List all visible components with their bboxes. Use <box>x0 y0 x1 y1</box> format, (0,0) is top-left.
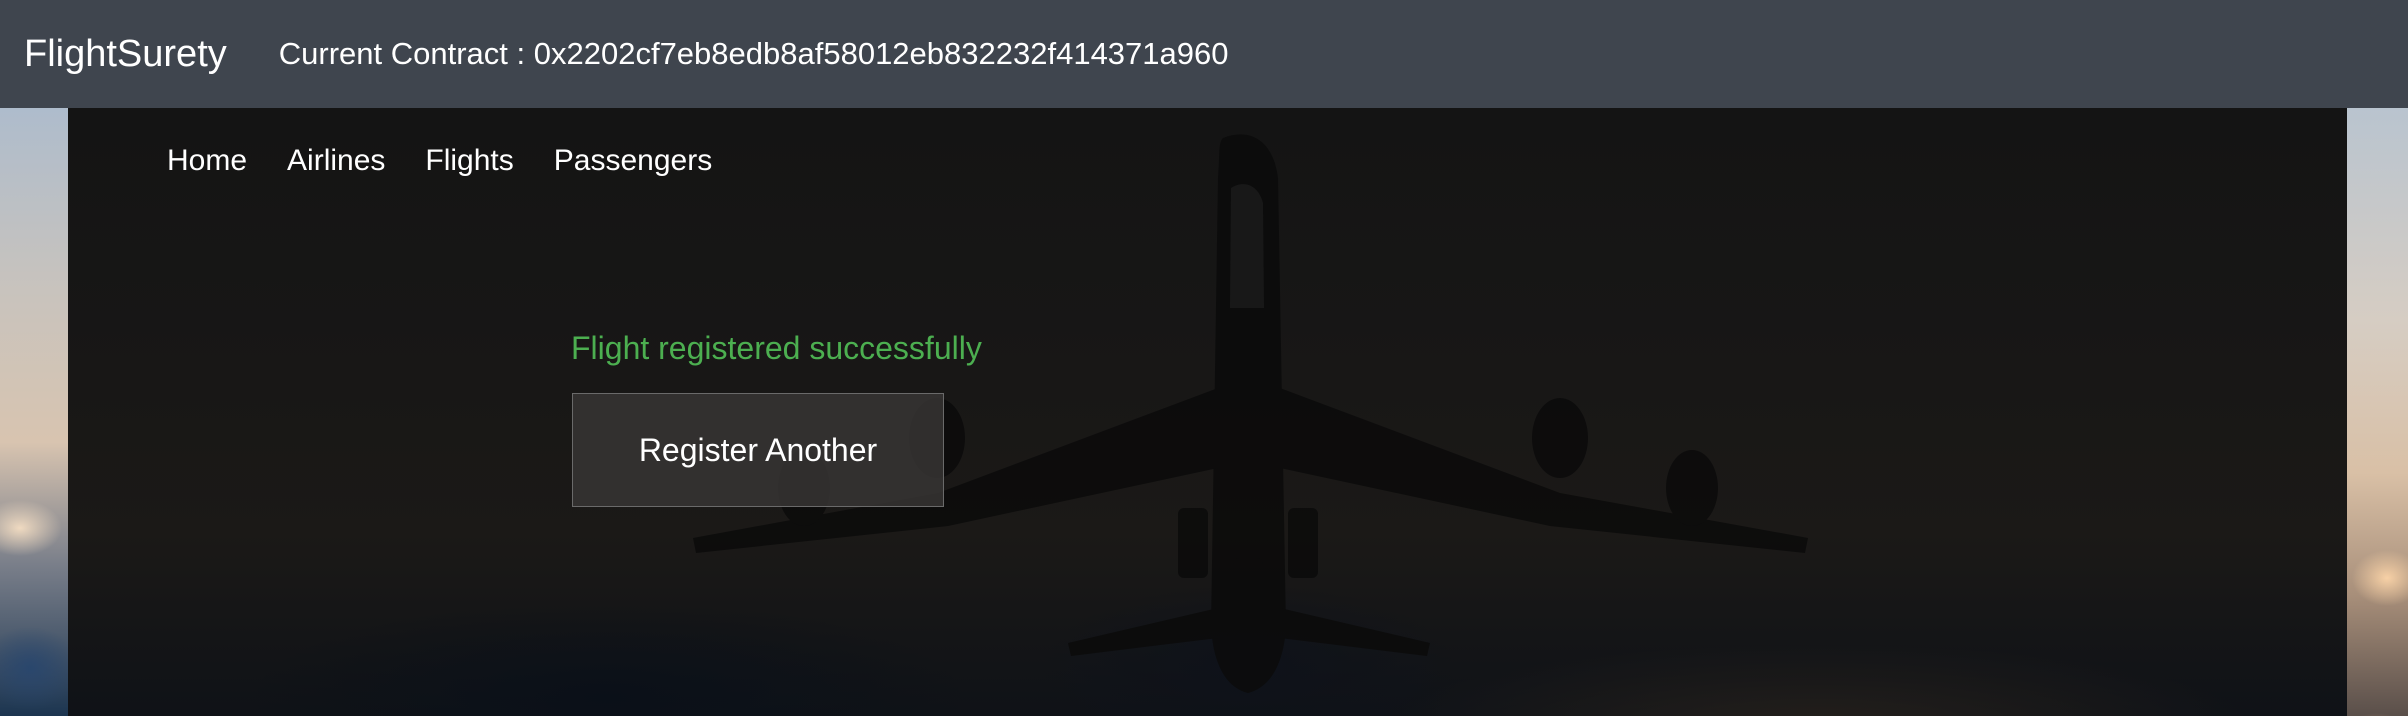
background-sky-right <box>2347 108 2408 716</box>
register-another-button[interactable]: Register Another <box>572 393 944 507</box>
contract-address: 0x2202cf7eb8edb8af58012eb832232f414371a9… <box>533 36 1229 71</box>
success-message: Flight registered successfully <box>571 330 982 366</box>
nav-link-passengers[interactable]: Passengers <box>554 144 712 178</box>
current-contract: Current Contract : 0x2202cf7eb8edb8af580… <box>279 36 1229 72</box>
top-navbar: FlightSurety Current Contract : 0x2202cf… <box>0 0 2408 108</box>
nav-link-airlines[interactable]: Airlines <box>287 144 385 178</box>
nav-link-home[interactable]: Home <box>167 144 247 178</box>
brand-logo-text[interactable]: FlightSurety <box>24 33 227 76</box>
main-nav: Home Airlines Flights Passengers <box>167 144 712 178</box>
contract-label: Current Contract : <box>278 36 526 71</box>
background-sky-left <box>0 108 68 716</box>
nav-link-flights[interactable]: Flights <box>425 144 513 178</box>
airplane-background-image <box>693 134 1808 694</box>
main-panel: Home Airlines Flights Passengers Flight … <box>68 108 2347 716</box>
